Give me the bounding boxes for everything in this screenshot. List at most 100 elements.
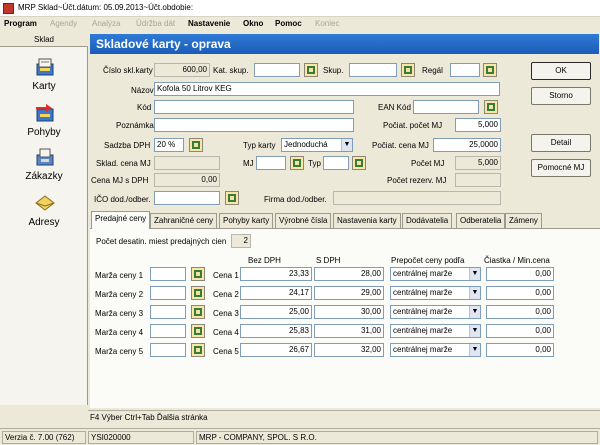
katskup-input[interactable] [254, 63, 300, 77]
price-s-dph[interactable]: 29,00 [314, 286, 384, 300]
tab-predajne-ceny[interactable]: Predajné ceny [91, 211, 151, 229]
price-s-dph[interactable]: 31,00 [314, 324, 384, 338]
marza-lookup-icon[interactable] [191, 286, 205, 300]
ciastka-input[interactable]: 0,00 [486, 343, 554, 357]
cena-label: Cena 1 [213, 271, 239, 280]
ean-label: EAN Kód [378, 103, 411, 112]
col-prepocet: Prepočet ceny podľa [391, 256, 465, 265]
tab-vyrobne-cisla[interactable]: Výrobné čísla [275, 213, 332, 228]
price-s-dph[interactable]: 30,00 [314, 305, 384, 319]
chevron-down-icon: ▼ [341, 139, 352, 151]
status-bar: Verzia č. 7.00 (762) YSI020000 MRP - COM… [0, 428, 600, 445]
sidebar-item-label: Pohyby [27, 127, 61, 138]
col-s-dph: S DPH [316, 256, 341, 265]
skup-input[interactable] [349, 63, 397, 77]
firma-label: Firma dod./odber. [264, 195, 327, 204]
price-bez-dph[interactable]: 24,17 [240, 286, 312, 300]
ean-input[interactable] [413, 100, 479, 114]
menu-program[interactable]: Program [4, 19, 37, 28]
typkarty-select[interactable]: Jednoduchá ▼ [281, 138, 353, 152]
menu-pomoc[interactable]: Pomoc [275, 19, 302, 28]
typ-input[interactable] [323, 156, 349, 170]
tab-zameny[interactable]: Zámeny [505, 213, 542, 228]
tab-nastavenia-karty[interactable]: Nastavenia karty [333, 213, 401, 228]
marza-label: Marža ceny 5 [95, 347, 144, 356]
price-bez-dph[interactable]: 26,67 [240, 343, 312, 357]
ico-lookup-icon[interactable] [225, 191, 239, 205]
sidebar-item-karty[interactable]: Karty [0, 57, 88, 99]
prepocet-value: centrálnej marže [393, 326, 453, 335]
poznamka-input[interactable] [154, 118, 354, 132]
cenadph-label: Cena MJ s DPH [91, 176, 149, 185]
katskup-lookup-icon[interactable] [304, 63, 318, 77]
sidebar-item-label: Karty [32, 81, 56, 92]
sidebar-item-adresy[interactable]: Adresy [0, 193, 88, 235]
marza-input[interactable] [150, 324, 186, 338]
sidebar-item-zakazky[interactable]: Zákazky [0, 147, 88, 189]
ciastka-input[interactable]: 0,00 [486, 267, 554, 281]
ciastka-input[interactable]: 0,00 [486, 305, 554, 319]
prepocet-select[interactable]: centrálnej marže ▼ [390, 267, 481, 281]
skup-lookup-icon[interactable] [401, 63, 415, 77]
marza-input[interactable] [150, 343, 186, 357]
typ-lookup-icon[interactable] [352, 156, 366, 170]
prepocet-select[interactable]: centrálnej marže ▼ [390, 305, 481, 319]
kod-input[interactable] [154, 100, 354, 114]
window-title: MRP Sklad~Účt.dátum: 05.09.2013~Účt.obdo… [18, 3, 194, 12]
tab-dodavatelia[interactable]: Dodávatelia [402, 213, 453, 228]
status-company: MRP - COMPANY, SPOL. S R.O. [196, 431, 598, 444]
prepocet-select[interactable]: centrálnej marže ▼ [390, 286, 481, 300]
sadzba-input[interactable]: 20 % [154, 138, 184, 152]
sidebar-item-label: Adresy [28, 217, 60, 228]
marza-lookup-icon[interactable] [191, 305, 205, 319]
prepocet-select[interactable]: centrálnej marže ▼ [390, 343, 481, 357]
storno-button[interactable]: Storno [531, 87, 591, 105]
price-bez-dph[interactable]: 25,83 [240, 324, 312, 338]
regal-input[interactable] [450, 63, 480, 77]
ico-input[interactable] [154, 191, 220, 205]
mj-lookup-icon[interactable] [290, 156, 304, 170]
menu-nastavenie[interactable]: Nastavenie [188, 19, 230, 28]
tab-odberatelia[interactable]: Odberatelia [456, 213, 506, 228]
pocat-cena-input[interactable]: 25,0000 [433, 138, 501, 152]
nazov-label: Názov [131, 86, 154, 95]
marza-lookup-icon[interactable] [191, 267, 205, 281]
pomocne-mj-button[interactable]: Pomocné MJ [531, 159, 591, 177]
cislo-label: Číslo skl.karty [103, 66, 153, 75]
nazov-input[interactable]: Kofola 50 Litrov KEG [154, 82, 500, 96]
pocet-field: 5,000 [455, 156, 501, 170]
sadzba-lookup-icon[interactable] [189, 138, 203, 152]
price-bez-dph[interactable]: 23,33 [240, 267, 312, 281]
tab-pohyby-karty[interactable]: Pohyby karty [219, 213, 274, 228]
sidebar-item-pohyby[interactable]: Pohyby [0, 103, 88, 145]
ciastka-input[interactable]: 0,00 [486, 286, 554, 300]
price-s-dph[interactable]: 32,00 [314, 343, 384, 357]
ok-button[interactable]: OK [531, 62, 591, 80]
regal-lookup-icon[interactable] [483, 63, 497, 77]
ico-label: IČO dod./odber. [94, 195, 151, 204]
pocat-pocet-input[interactable]: 5,000 [455, 118, 501, 132]
marza-input[interactable] [150, 267, 186, 281]
prepocet-value: centrálnej marže [393, 288, 453, 297]
menu-okno[interactable]: Okno [243, 19, 263, 28]
marza-lookup-icon[interactable] [191, 343, 205, 357]
marza-input[interactable] [150, 286, 186, 300]
ean-lookup-icon[interactable] [484, 100, 498, 114]
price-bez-dph[interactable]: 25,00 [240, 305, 312, 319]
tab-zahranicne-ceny[interactable]: Zahraničné ceny [150, 213, 218, 228]
decimals-field: 2 [231, 234, 251, 248]
price-s-dph[interactable]: 28,00 [314, 267, 384, 281]
detail-button[interactable]: Detail [531, 134, 591, 152]
mj-input[interactable] [256, 156, 286, 170]
kod-label: Kód [137, 103, 152, 112]
pocat-cena-label: Počiat. cena MJ [372, 141, 429, 150]
marza-lookup-icon[interactable] [191, 324, 205, 338]
addresses-icon [35, 195, 55, 211]
marza-input[interactable] [150, 305, 186, 319]
cislo-field: 600,00 [154, 63, 210, 77]
ciastka-input[interactable]: 0,00 [486, 324, 554, 338]
prepocet-select[interactable]: centrálnej marže ▼ [390, 324, 481, 338]
decimals-label: Počet desatin. miest predajných cien [96, 237, 227, 246]
menu-bar: Program Agendy Analýza Údržba dát Nastav… [0, 17, 600, 31]
prepocet-value: centrálnej marže [393, 269, 453, 278]
